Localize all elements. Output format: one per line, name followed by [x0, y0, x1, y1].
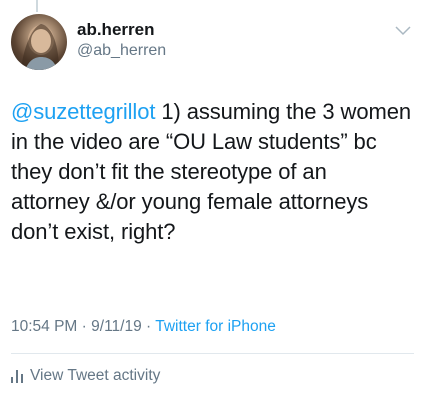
user-info: ab.herren @ab_herren [77, 20, 166, 61]
view-activity-label: View Tweet activity [30, 367, 161, 384]
tweet-date[interactable]: 9/11/19 [91, 318, 142, 335]
thread-connector-line [36, 0, 38, 12]
view-activity-link[interactable]: View Tweet activity [11, 367, 160, 385]
tweet-card: ab.herren @ab_herren @suzettegrillot 1) … [0, 0, 425, 400]
avatar-image [21, 24, 59, 70]
divider [11, 353, 414, 354]
meta-separator: · [146, 318, 152, 335]
avatar[interactable] [11, 14, 67, 70]
tweet-metadata: 10:54 PM · 9/11/19 · Twitter for iPhone [11, 318, 276, 336]
user-handle[interactable]: @ab_herren [77, 41, 166, 61]
chevron-down-icon[interactable] [395, 26, 411, 36]
bar-chart-icon [11, 369, 23, 383]
tweet-time[interactable]: 10:54 PM [11, 318, 77, 335]
tweet-text: @suzettegrillot 1) assuming the 3 women … [11, 97, 411, 247]
meta-separator: · [81, 318, 87, 335]
mention-link[interactable]: @suzettegrillot [11, 99, 155, 124]
display-name[interactable]: ab.herren [77, 20, 166, 40]
tweet-source[interactable]: Twitter for iPhone [155, 318, 276, 335]
